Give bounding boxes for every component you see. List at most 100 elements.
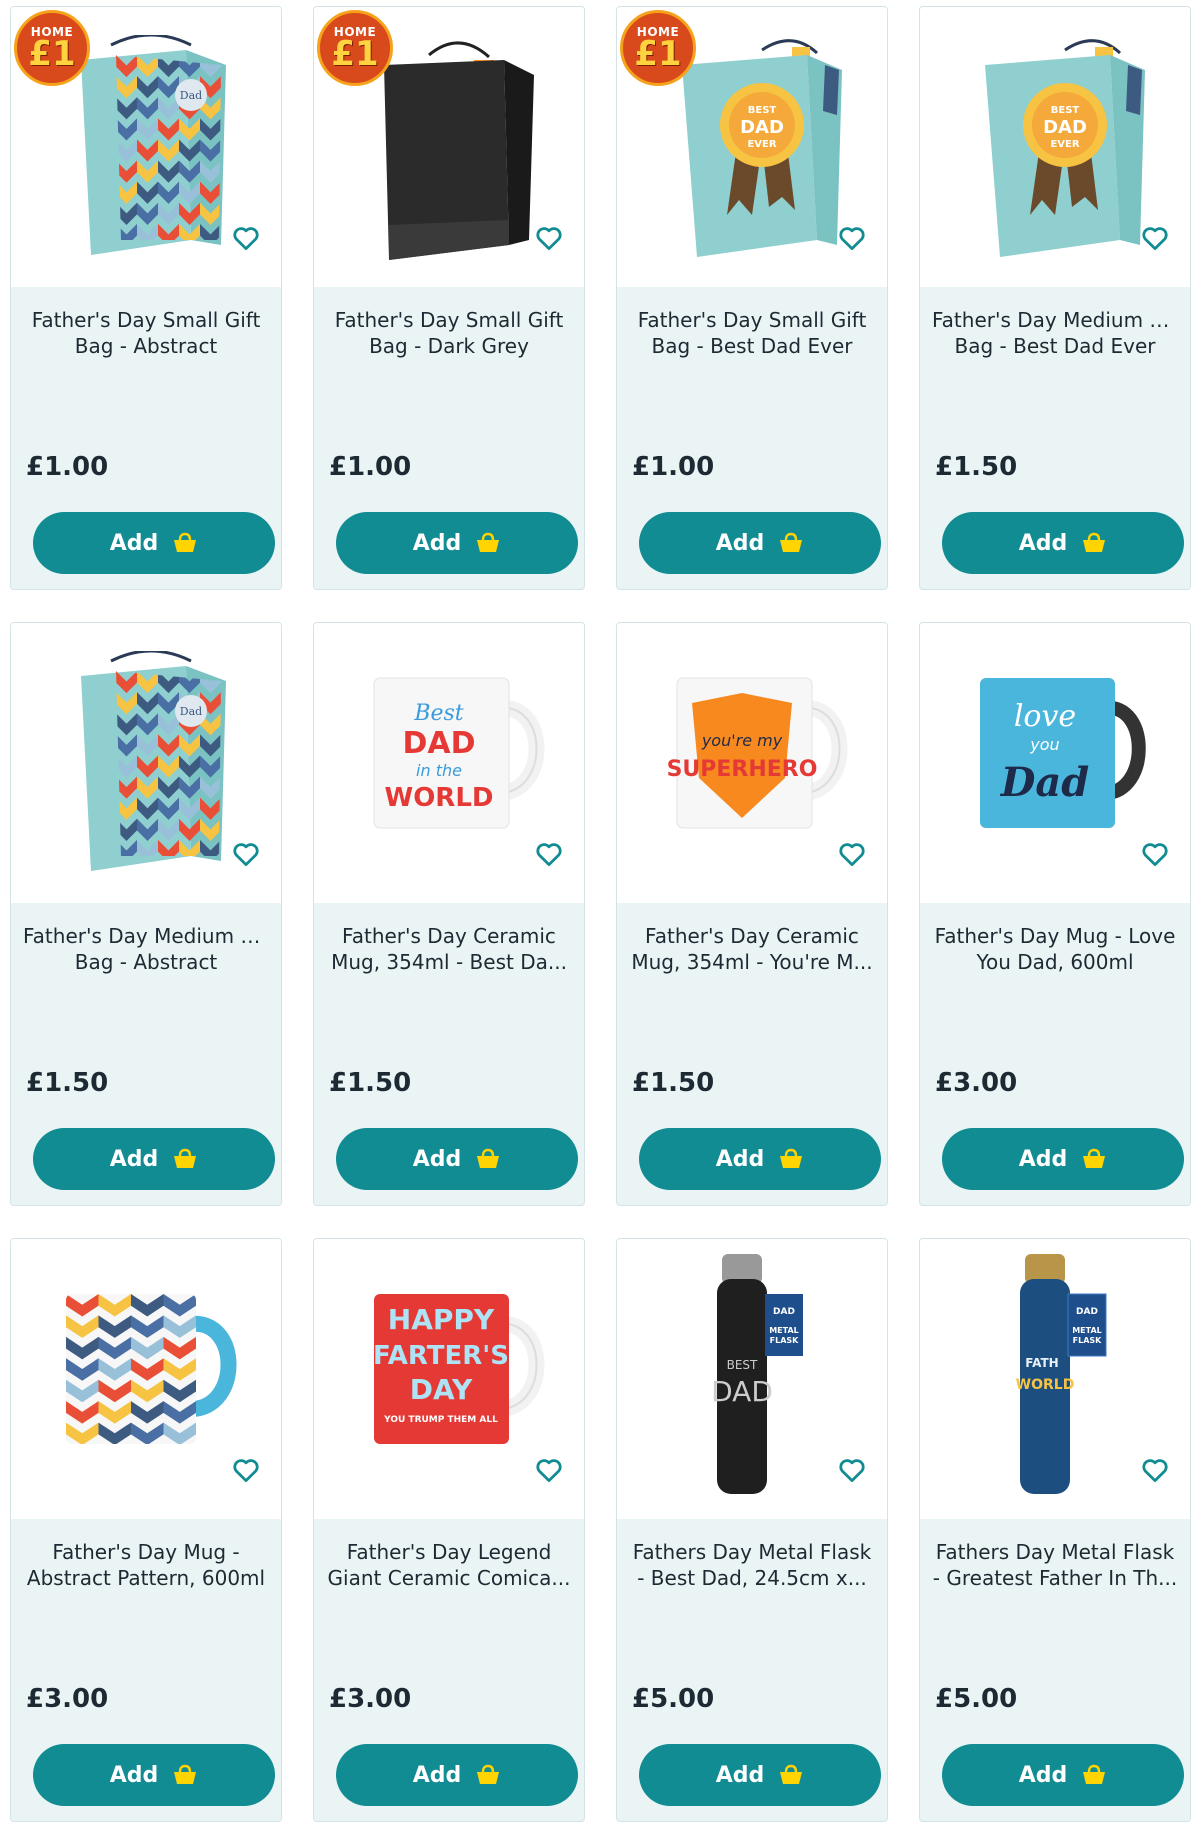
heart-icon[interactable] bbox=[534, 223, 564, 253]
add-to-basket-button[interactable]: Add bbox=[942, 512, 1184, 574]
add-to-basket-button[interactable]: Add bbox=[336, 1128, 578, 1190]
svg-text:DAD: DAD bbox=[773, 1307, 795, 1317]
heart-icon[interactable] bbox=[837, 839, 867, 869]
product-image[interactable]: Dad bbox=[11, 623, 281, 903]
add-to-basket-button[interactable]: Add bbox=[33, 512, 275, 574]
svg-text:DAY: DAY bbox=[410, 1373, 473, 1406]
add-to-basket-button[interactable]: Add bbox=[336, 1744, 578, 1806]
gift-bag-image: BEST DAD EVER bbox=[682, 39, 842, 257]
add-to-basket-button[interactable]: Add bbox=[639, 512, 881, 574]
product-title[interactable]: Father's Day Small Gift Bag - Abstract bbox=[23, 307, 269, 359]
svg-text:BEST: BEST bbox=[748, 105, 777, 116]
product-price: £1.00 bbox=[26, 452, 109, 482]
product-image[interactable]: Best DAD in the WORLD bbox=[314, 623, 584, 903]
svg-text:YOU TRUMP THEM ALL: YOU TRUMP THEM ALL bbox=[383, 1415, 498, 1425]
product-title[interactable]: Father's Day Mug - Abstract Pattern, 600… bbox=[23, 1539, 269, 1591]
product-title[interactable]: Father's Day Legend Giant Ceramic Comica… bbox=[326, 1539, 572, 1591]
product-card[interactable]: love you Dad Father's Day Mug - Love You… bbox=[919, 622, 1191, 1206]
add-to-basket-button[interactable]: Add bbox=[942, 1744, 1184, 1806]
product-price: £5.00 bbox=[935, 1684, 1018, 1714]
svg-text:Dad: Dad bbox=[180, 705, 202, 718]
svg-text:WORLD: WORLD bbox=[385, 783, 494, 813]
svg-text:FARTER'S: FARTER'S bbox=[373, 1341, 509, 1371]
product-card[interactable]: Dad HOME £1 Father's Day Small Gift Bag … bbox=[10, 6, 282, 590]
product-image[interactable]: BEST DAD DAD METAL FLASK bbox=[617, 1239, 887, 1519]
product-card[interactable]: you're my SUPERHERO Father's Day Ceramic… bbox=[616, 622, 888, 1206]
product-image[interactable]: FATH WORLD DAD METAL FLASK bbox=[920, 1239, 1190, 1519]
product-title[interactable]: Father's Day Medium Gift Bag - Best Dad … bbox=[932, 307, 1178, 359]
product-price: £1.50 bbox=[632, 1068, 715, 1098]
product-title[interactable]: Father's Day Small Gift Bag - Best Dad E… bbox=[629, 307, 875, 359]
product-title[interactable]: Father's Day Medium Gift Bag - Abstract bbox=[23, 923, 269, 975]
svg-text:HAPPY: HAPPY bbox=[388, 1303, 495, 1336]
product-title[interactable]: Father's Day Ceramic Mug, 354ml - You're… bbox=[629, 923, 875, 975]
product-title[interactable]: Father's Day Ceramic Mug, 354ml - Best D… bbox=[326, 923, 572, 975]
heart-icon[interactable] bbox=[1140, 223, 1170, 253]
mug-image bbox=[66, 1294, 237, 1444]
product-image[interactable]: BEST DAD EVER bbox=[920, 7, 1190, 287]
home-of-the-pound-badge: HOME £1 bbox=[14, 10, 90, 86]
heart-icon[interactable] bbox=[1140, 839, 1170, 869]
heart-icon[interactable] bbox=[1140, 1455, 1170, 1485]
product-card[interactable]: BEST DAD DAD METAL FLASK Fathers Day Met… bbox=[616, 1238, 888, 1822]
add-to-basket-button[interactable]: Add bbox=[639, 1744, 881, 1806]
svg-text:you're my: you're my bbox=[701, 731, 783, 750]
add-button-label: Add bbox=[715, 1146, 765, 1172]
product-image[interactable]: Dad HOME £1 bbox=[11, 7, 281, 287]
heart-icon[interactable] bbox=[837, 1455, 867, 1485]
product-card[interactable]: BEST DAD EVER HOME £1 Father's Day Small… bbox=[616, 6, 888, 590]
add-button-label: Add bbox=[109, 530, 159, 556]
add-to-basket-button[interactable]: Add bbox=[942, 1128, 1184, 1190]
svg-text:EVER: EVER bbox=[1050, 139, 1079, 150]
heart-icon[interactable] bbox=[231, 839, 261, 869]
basket-icon bbox=[1081, 1764, 1107, 1786]
product-card[interactable]: FATH WORLD DAD METAL FLASK Fathers Day M… bbox=[919, 1238, 1191, 1822]
product-card[interactable]: BEST DAD EVER Father's Day Medium Gift B… bbox=[919, 6, 1191, 590]
product-title[interactable]: Fathers Day Metal Flask - Greatest Fathe… bbox=[932, 1539, 1178, 1591]
product-image[interactable] bbox=[11, 1239, 281, 1519]
product-price: £1.50 bbox=[329, 1068, 412, 1098]
add-to-basket-button[interactable]: Add bbox=[336, 512, 578, 574]
product-title[interactable]: Father's Day Mug - Love You Dad, 600ml bbox=[932, 923, 1178, 975]
mug-image: love you Dad bbox=[980, 678, 1146, 828]
svg-text:in the: in the bbox=[416, 761, 462, 780]
basket-icon bbox=[172, 1764, 198, 1786]
product-card[interactable]: Dad Father's Day Medium Gift Bag - Abstr… bbox=[10, 622, 282, 1206]
basket-icon bbox=[172, 532, 198, 554]
heart-icon[interactable] bbox=[231, 223, 261, 253]
product-image[interactable]: HOME £1 bbox=[314, 7, 584, 287]
product-image[interactable]: love you Dad bbox=[920, 623, 1190, 903]
svg-text:SUPERHERO: SUPERHERO bbox=[667, 757, 817, 782]
product-price: £1.50 bbox=[26, 1068, 109, 1098]
flask-image: FATH WORLD DAD METAL FLASK bbox=[1016, 1254, 1107, 1494]
basket-icon bbox=[778, 532, 804, 554]
basket-icon bbox=[778, 1148, 804, 1170]
product-card[interactable]: Father's Day Mug - Abstract Pattern, 600… bbox=[10, 1238, 282, 1822]
product-price: £1.50 bbox=[935, 452, 1018, 482]
product-image[interactable]: you're my SUPERHERO bbox=[617, 623, 887, 903]
basket-icon bbox=[1081, 532, 1107, 554]
gift-bag-image bbox=[384, 41, 534, 260]
product-card[interactable]: HAPPY FARTER'S DAY YOU TRUMP THEM ALL Fa… bbox=[313, 1238, 585, 1822]
add-button-label: Add bbox=[715, 1762, 765, 1788]
add-to-basket-button[interactable]: Add bbox=[639, 1128, 881, 1190]
add-to-basket-button[interactable]: Add bbox=[33, 1128, 275, 1190]
home-of-the-pound-badge: HOME £1 bbox=[620, 10, 696, 86]
heart-icon[interactable] bbox=[534, 839, 564, 869]
product-title[interactable]: Father's Day Small Gift Bag - Dark Grey bbox=[326, 307, 572, 359]
product-card[interactable]: Best DAD in the WORLD Father's Day Ceram… bbox=[313, 622, 585, 1206]
add-to-basket-button[interactable]: Add bbox=[33, 1744, 275, 1806]
add-button-label: Add bbox=[109, 1762, 159, 1788]
heart-icon[interactable] bbox=[534, 1455, 564, 1485]
mug-image: Best DAD in the WORLD bbox=[373, 677, 545, 829]
add-button-label: Add bbox=[412, 1762, 462, 1788]
product-image[interactable]: HAPPY FARTER'S DAY YOU TRUMP THEM ALL bbox=[314, 1239, 584, 1519]
product-card[interactable]: HOME £1 Father's Day Small Gift Bag - Da… bbox=[313, 6, 585, 590]
product-image[interactable]: BEST DAD EVER HOME £1 bbox=[617, 7, 887, 287]
product-title[interactable]: Fathers Day Metal Flask - Best Dad, 24.5… bbox=[629, 1539, 875, 1591]
svg-text:FATH: FATH bbox=[1025, 1356, 1058, 1370]
svg-text:Best: Best bbox=[413, 701, 463, 726]
product-price: £3.00 bbox=[935, 1068, 1018, 1098]
heart-icon[interactable] bbox=[231, 1455, 261, 1485]
heart-icon[interactable] bbox=[837, 223, 867, 253]
